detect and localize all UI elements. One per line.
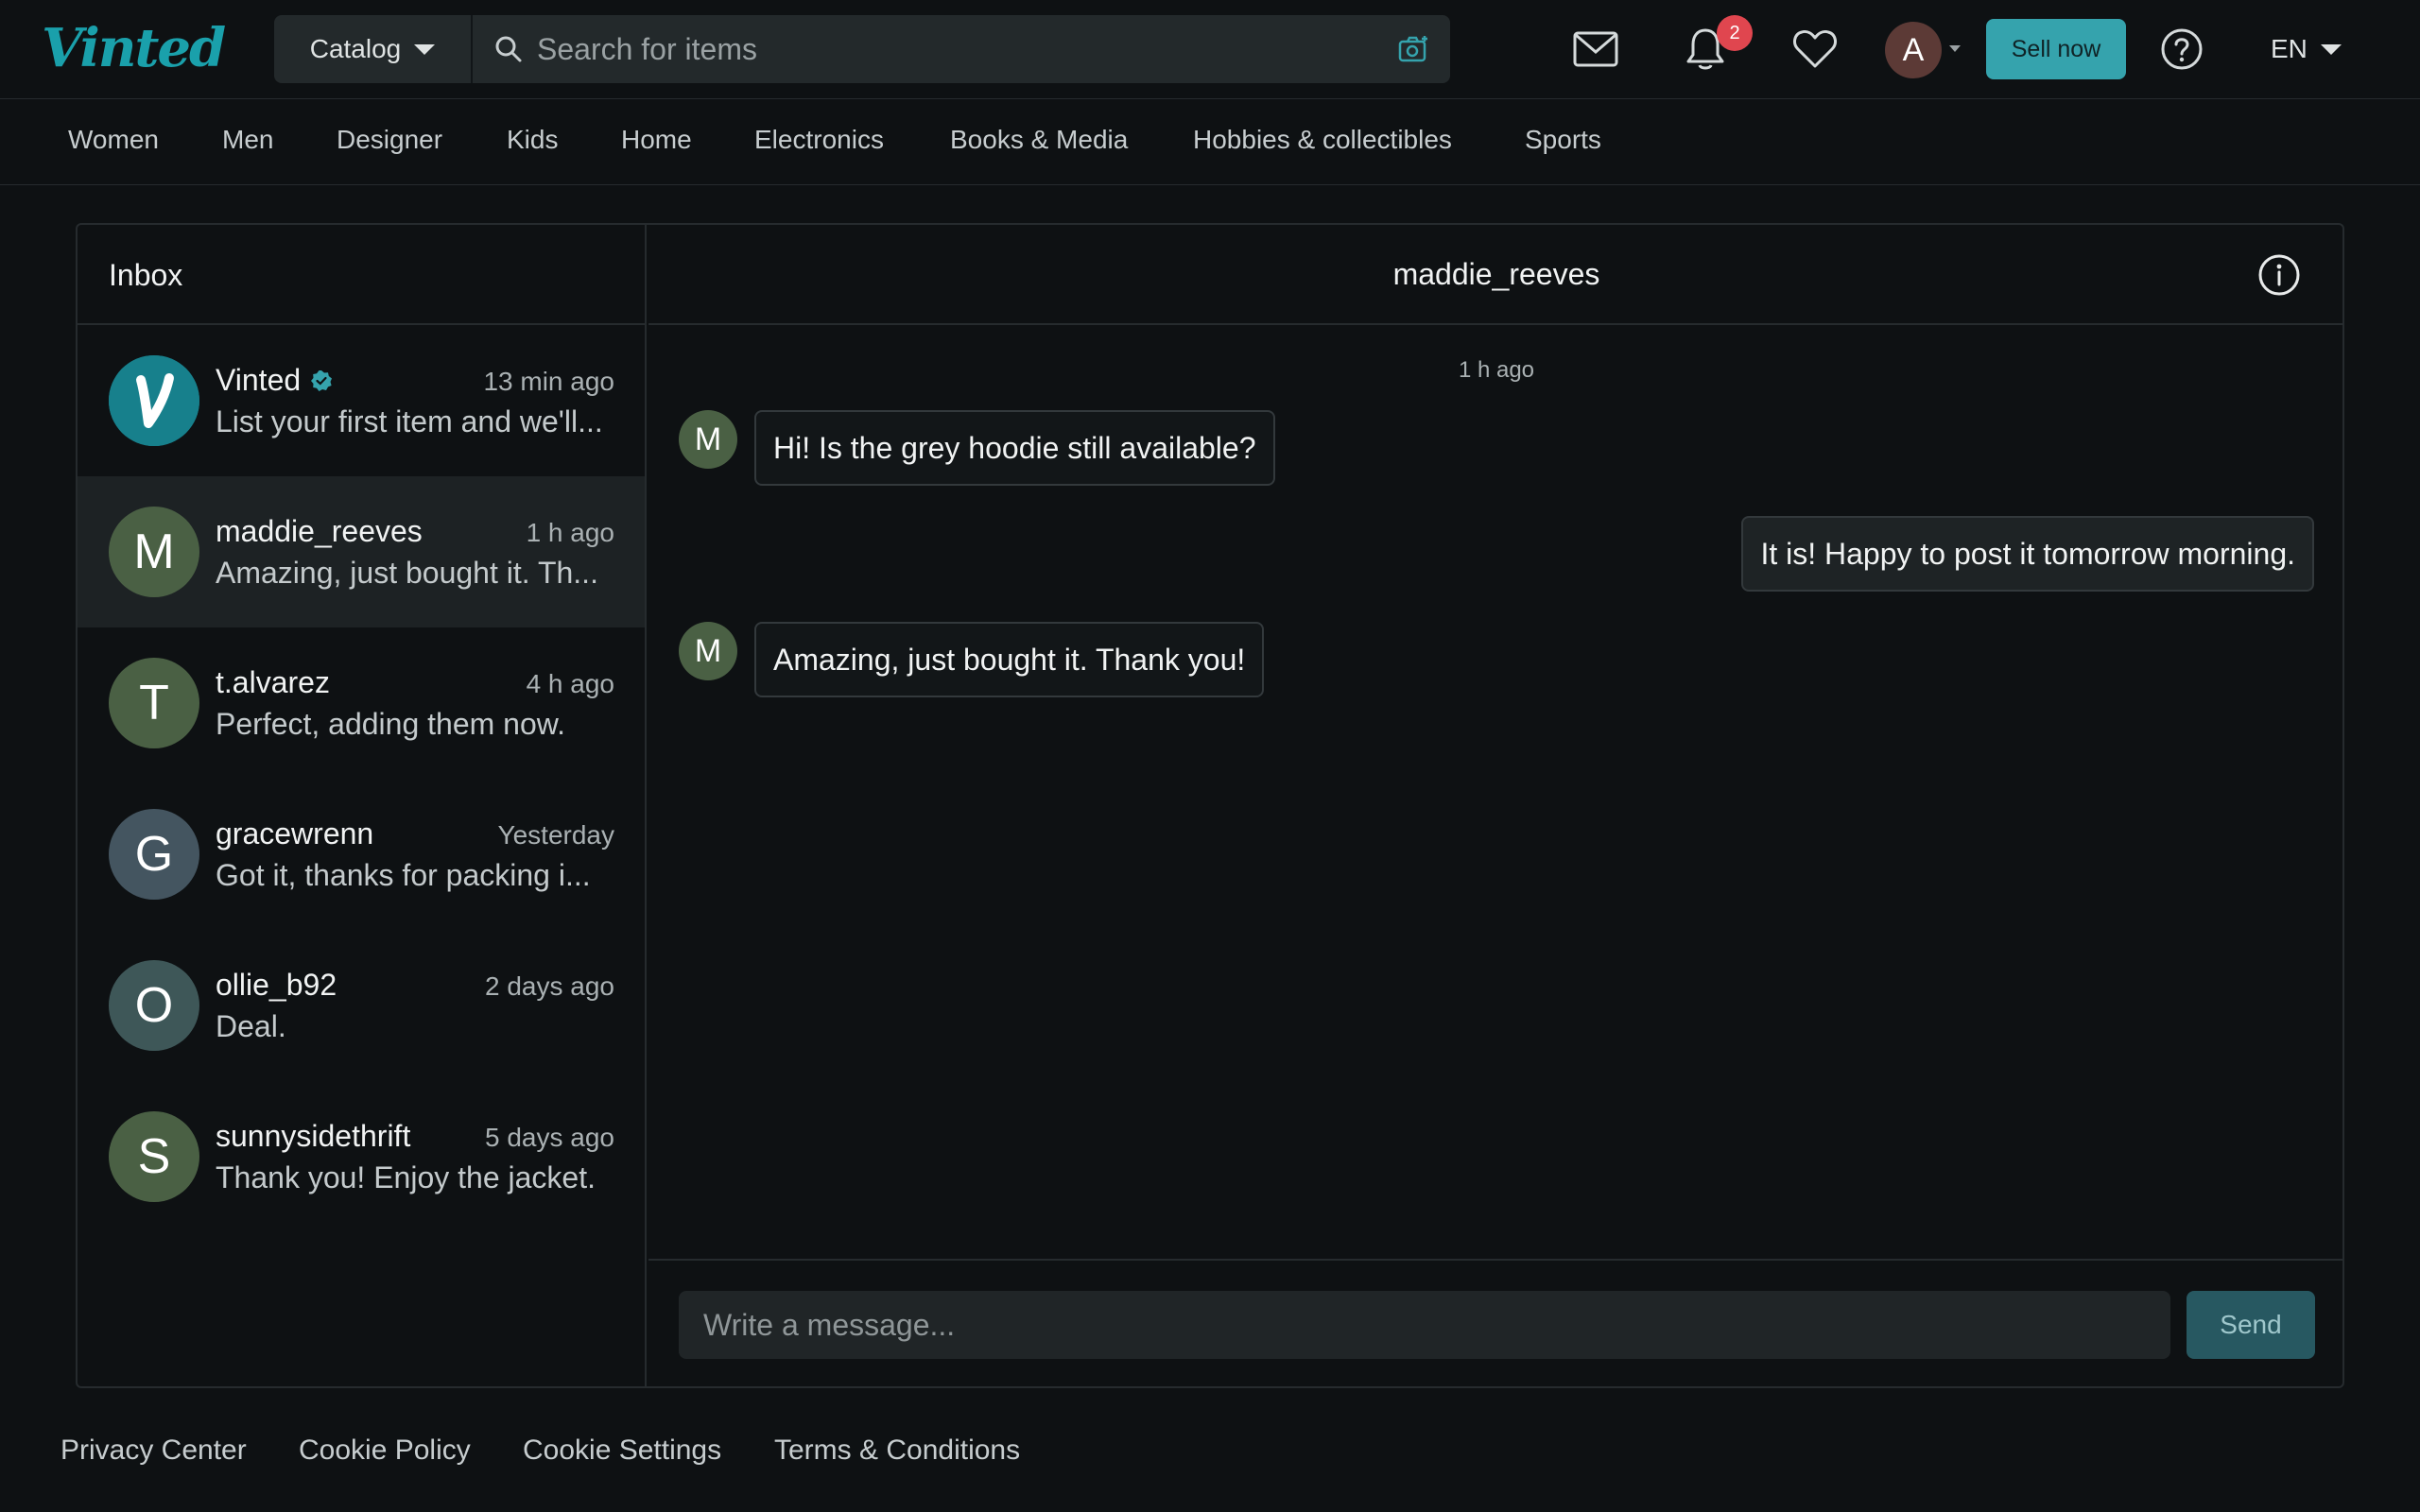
conversation-ollie-b92[interactable]: O ollie_b92 2 days ago Deal.: [78, 930, 645, 1081]
category-books-media[interactable]: Books & Media: [950, 125, 1128, 155]
message-bubble-outgoing: It is! Happy to post it tomorrow morning…: [1741, 516, 2314, 592]
inbox-list: Inbox Vinted 13 min ago List your first …: [78, 225, 647, 1386]
footer-link-cookie-settings[interactable]: Cookie Settings: [523, 1435, 721, 1467]
chat-title: maddie_reeves: [1392, 257, 1600, 291]
footer-link-privacy-center[interactable]: Privacy Center: [60, 1435, 247, 1467]
messages-panel: Inbox Vinted 13 min ago List your first …: [76, 223, 2344, 1388]
message-composer: Send: [648, 1259, 2344, 1386]
conversation-name-text: Vinted: [216, 363, 302, 397]
footer-link-terms-conditions[interactable]: Terms & Conditions: [774, 1435, 1020, 1467]
avatar: M: [109, 507, 199, 597]
search-input[interactable]: [537, 25, 1350, 74]
chat-thread: maddie_reeves 1 h ago M Hi! Is the grey …: [648, 225, 2344, 1386]
catalog-dropdown[interactable]: Catalog: [274, 15, 473, 83]
notification-badge: 2: [1717, 15, 1753, 51]
chevron-down-icon: [414, 43, 436, 55]
conversation-gracewrenn[interactable]: G gracewrenn Yesterday Got it, thanks fo…: [78, 779, 645, 930]
conversation-name: Vinted: [216, 363, 333, 398]
conversation-name: maddie_reeves: [216, 514, 423, 548]
category-home[interactable]: Home: [621, 125, 692, 155]
info-icon[interactable]: [2257, 253, 2301, 297]
search-icon: [495, 36, 522, 62]
category-women[interactable]: Women: [68, 125, 159, 155]
favorites-heart-icon[interactable]: [1787, 21, 1843, 77]
messages-icon[interactable]: [1567, 21, 1624, 77]
conversation-preview: List your first item and we'll...: [216, 404, 603, 438]
message-timestamp: 1 h ago: [1458, 357, 1535, 383]
conversation-name: ollie_b92: [216, 968, 337, 1002]
avatar: T: [109, 658, 199, 748]
send-button[interactable]: Send: [2187, 1291, 2315, 1359]
message-bubble-incoming: Amazing, just bought it. Thank you!: [754, 622, 1265, 697]
conversation-preview: Amazing, just bought it. Th...: [216, 556, 598, 590]
avatar: O: [109, 960, 199, 1051]
language-selector[interactable]: EN: [2271, 26, 2342, 72]
language-label: EN: [2271, 34, 2308, 63]
category-nav: Women Men Designer Kids Home Electronics…: [0, 100, 2420, 185]
conversation-time: 4 h ago: [526, 669, 614, 698]
inbox-header: Inbox: [78, 225, 645, 325]
conversation-preview: Deal.: [216, 1009, 286, 1043]
message-bubble-incoming: Hi! Is the grey hoodie still available?: [754, 410, 1275, 486]
conversation-time: 5 days ago: [485, 1123, 614, 1152]
conversation-preview: Perfect, adding them now.: [216, 707, 565, 741]
catalog-label: Catalog: [309, 34, 402, 63]
category-sports[interactable]: Sports: [1525, 125, 1601, 155]
vinted-logo[interactable]: Vinted: [42, 17, 226, 79]
conversation-time: 13 min ago: [483, 367, 614, 396]
footer-link-cookie-policy[interactable]: Cookie Policy: [299, 1435, 471, 1467]
avatar: S: [109, 1111, 199, 1202]
conversation-name: t.alvarez: [216, 665, 330, 699]
verified-badge-icon: [311, 369, 333, 391]
camera-search-icon[interactable]: [1397, 34, 1429, 64]
category-designer[interactable]: Designer: [337, 125, 442, 155]
vinted-avatar: [109, 355, 199, 446]
inbox-title: Inbox: [109, 258, 183, 292]
caret-down-icon[interactable]: [1949, 45, 1961, 52]
conversation-time: 1 h ago: [526, 518, 614, 547]
conversation-t-alvarez[interactable]: T t.alvarez 4 h ago Perfect, adding them…: [78, 627, 645, 779]
conversation-time: Yesterday: [497, 820, 615, 850]
partner-avatar: M: [679, 410, 737, 469]
category-electronics[interactable]: Electronics: [754, 125, 884, 155]
chat-header: maddie_reeves: [648, 225, 2344, 325]
conversation-maddie-reeves[interactable]: M maddie_reeves 1 h ago Amazing, just bo…: [78, 476, 645, 627]
chevron-down-icon: [2320, 43, 2342, 55]
conversation-preview: Got it, thanks for packing i...: [216, 858, 591, 892]
conversation-name: gracewrenn: [216, 816, 374, 850]
category-hobbies-collectibles[interactable]: Hobbies & collectibles: [1193, 125, 1452, 155]
category-kids[interactable]: Kids: [507, 125, 558, 155]
category-men[interactable]: Men: [222, 125, 273, 155]
partner-avatar: M: [679, 622, 737, 680]
conversation-name: sunnysidethrift: [216, 1119, 411, 1153]
sell-now-button[interactable]: Sell now: [1986, 19, 2126, 79]
message-input[interactable]: [679, 1291, 2170, 1359]
help-icon[interactable]: [2153, 21, 2210, 77]
conversation-vinted[interactable]: Vinted 13 min ago List your first item a…: [78, 325, 645, 476]
conversation-preview: Thank you! Enjoy the jacket.: [216, 1160, 596, 1194]
search-bar: Catalog: [274, 15, 1450, 83]
conversation-time: 2 days ago: [485, 971, 614, 1001]
conversation-sunnysidethrift[interactable]: S sunnysidethrift 5 days ago Thank you! …: [78, 1081, 645, 1232]
user-avatar[interactable]: A: [1885, 22, 1942, 78]
avatar: G: [109, 809, 199, 900]
top-header: Vinted Catalog 2: [0, 0, 2420, 99]
